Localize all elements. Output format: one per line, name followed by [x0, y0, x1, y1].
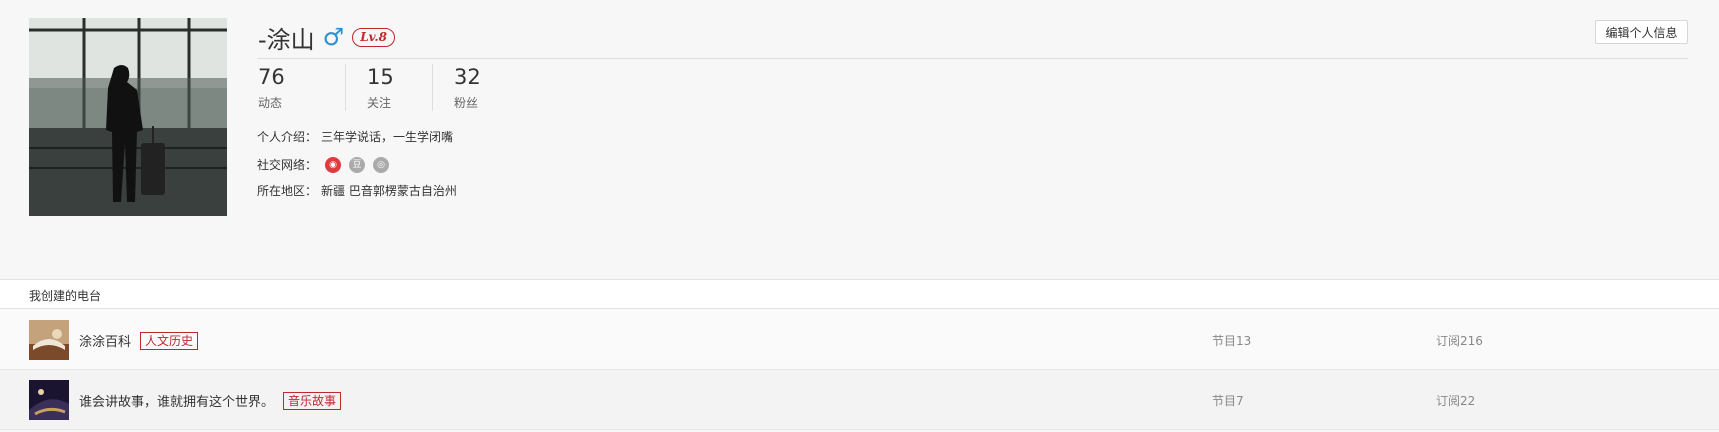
- intro-value: 三年学说话，一生学闭嘴: [321, 130, 454, 144]
- stat-followers-label: 粉丝: [454, 96, 479, 110]
- radio-row[interactable]: 谁会讲故事，谁就拥有这个世界。 音乐故事 节目7 订阅22: [0, 370, 1719, 430]
- social-icons: ◉ 豆 ◎: [325, 156, 390, 173]
- header-divider: [257, 58, 1688, 59]
- radio-title[interactable]: 谁会讲故事，谁就拥有这个世界。: [79, 391, 274, 410]
- region-label: 所在地区：: [257, 184, 318, 198]
- social-line: 社交网络： ◉ 豆 ◎: [257, 156, 390, 173]
- region-value: 新疆 巴音郭楞蒙古自治州: [321, 184, 457, 198]
- radio-row[interactable]: 涂涂百科 人文历史 节目13 订阅216: [0, 310, 1719, 370]
- stat-following-value: 15: [367, 65, 394, 89]
- stat-posts-value: 76: [258, 65, 285, 89]
- weibo-icon[interactable]: ◉: [325, 156, 342, 173]
- profile-avatar: [29, 18, 227, 216]
- intro-line: 个人介绍： 三年学说话，一生学闭嘴: [257, 128, 453, 145]
- radio-program-count: 节目13: [1212, 334, 1252, 348]
- my-radios-header: 我创建的电台: [0, 279, 1719, 309]
- profile-name-row: -涂山 ♂ Lv.8: [258, 20, 395, 54]
- radio-title[interactable]: 涂涂百科: [79, 331, 131, 350]
- radio-subscription-count: 订阅216: [1436, 334, 1483, 348]
- profile-stats: 76 动态 15 关注 32 粉丝: [258, 64, 519, 111]
- stat-posts-label: 动态: [258, 96, 283, 110]
- radio-subscription-count: 订阅22: [1436, 394, 1476, 408]
- other-social-icon[interactable]: ◎: [373, 156, 390, 173]
- stat-posts[interactable]: 76 动态: [258, 64, 345, 111]
- intro-label: 个人介绍：: [257, 130, 318, 144]
- radio-thumbnail[interactable]: [29, 320, 69, 360]
- radio-title-wrap: 涂涂百科 人文历史: [79, 331, 199, 350]
- edit-profile-button[interactable]: 编辑个人信息: [1595, 20, 1688, 44]
- radio-title-wrap: 谁会讲故事，谁就拥有这个世界。 音乐故事: [79, 391, 342, 410]
- radio-category-tag[interactable]: 人文历史: [140, 331, 199, 350]
- stat-following-label: 关注: [367, 96, 392, 110]
- social-label: 社交网络：: [257, 158, 318, 172]
- radio-thumbnail[interactable]: [29, 380, 69, 420]
- douban-icon[interactable]: 豆: [349, 156, 366, 173]
- radio-category-tag[interactable]: 音乐故事: [283, 391, 342, 410]
- stat-followers-value: 32: [454, 65, 481, 89]
- profile-nickname: -涂山: [258, 25, 315, 54]
- stat-followers[interactable]: 32 粉丝: [432, 64, 519, 111]
- region-line: 所在地区： 新疆 巴音郭楞蒙古自治州: [257, 182, 457, 199]
- level-badge: Lv.8: [352, 27, 395, 47]
- radio-program-count: 节目7: [1212, 394, 1244, 408]
- male-icon: ♂: [322, 23, 345, 51]
- my-radios-title: 我创建的电台: [29, 289, 102, 303]
- stat-following[interactable]: 15 关注: [345, 64, 432, 111]
